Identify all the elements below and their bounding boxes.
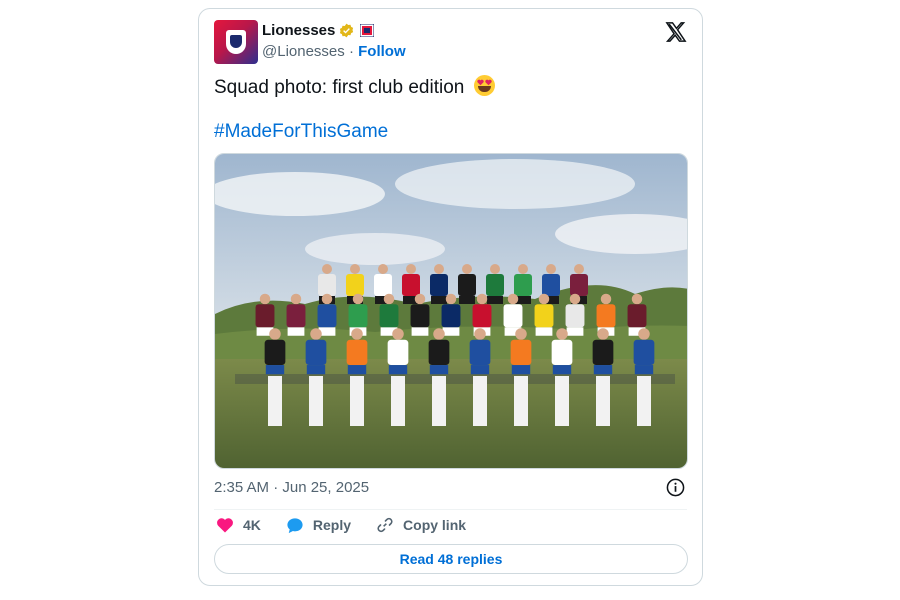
like-button[interactable]: 4K: [216, 517, 261, 533]
divider: [214, 509, 687, 510]
follow-button[interactable]: Follow: [358, 43, 406, 60]
copy-link-button[interactable]: Copy link: [376, 516, 466, 534]
player-socks: [514, 376, 528, 426]
player-socks: [391, 376, 405, 426]
heart-icon: [217, 518, 233, 533]
read-replies-button[interactable]: Read 48 replies: [214, 544, 688, 574]
player-socks: [637, 376, 651, 426]
tweet-body: Squad photo: first club edition: [214, 77, 465, 98]
player-socks: [473, 376, 487, 426]
player-socks: [432, 376, 446, 426]
account-handle[interactable]: @Lionesses: [262, 43, 345, 60]
like-count: 4K: [243, 517, 261, 533]
separator-dot: ·: [348, 43, 354, 60]
info-icon[interactable]: [666, 478, 685, 497]
affiliate-badge-icon: [360, 24, 375, 37]
player-socks: [596, 376, 610, 426]
player-socks: [555, 376, 569, 426]
tweet-text: Squad photo: first club edition: [214, 75, 495, 100]
action-bar: 4K Reply Copy link: [216, 516, 491, 534]
reply-button[interactable]: Reply: [286, 517, 351, 534]
squad-photo-image: [215, 154, 687, 468]
account-name[interactable]: Lionesses: [262, 22, 335, 39]
heart-eyes-emoji-icon: [473, 75, 495, 96]
player-socks: [309, 376, 323, 426]
player-socks: [268, 376, 282, 426]
squad-photo[interactable]: [214, 153, 688, 469]
link-icon: [377, 517, 393, 533]
reply-bubble-icon: [287, 517, 303, 533]
x-logo-icon[interactable]: [665, 21, 687, 43]
lionesses-avatar[interactable]: [214, 20, 258, 64]
crest-icon: [226, 30, 246, 54]
hashtag-link[interactable]: #MadeForThisGame: [214, 121, 388, 143]
timestamp[interactable]: 2:35 AM · Jun 25, 2025: [214, 479, 369, 496]
reply-label: Reply: [312, 517, 352, 533]
account-handle-row: @Lionesses · Follow: [262, 43, 406, 60]
copy-link-label: Copy link: [403, 517, 467, 533]
account-name-row: Lionesses: [262, 22, 375, 39]
verified-badge-icon: [340, 23, 354, 38]
player-socks: [350, 376, 364, 426]
tweet-card: Lionesses @Lionesses · Follow Squad phot…: [198, 8, 703, 586]
